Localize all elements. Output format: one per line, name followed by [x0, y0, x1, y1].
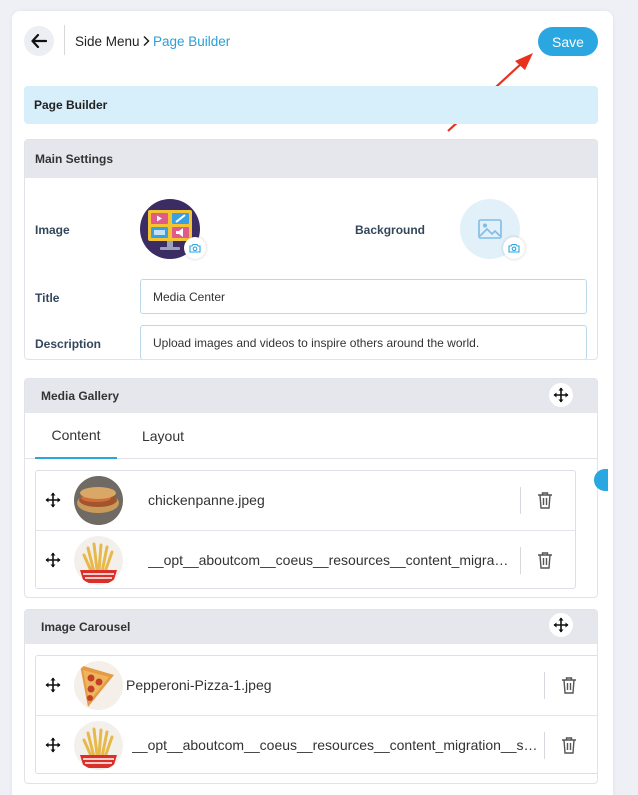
- description-label: Description: [35, 337, 102, 351]
- move-arrows-icon: [553, 387, 569, 403]
- title-input[interactable]: [140, 279, 587, 314]
- tab-content[interactable]: Content: [35, 413, 117, 459]
- pizza-photo-icon: [74, 661, 123, 710]
- image-carousel-list: Pepperoni-Pizza-1.jpeg __opt__aboutcom__…: [35, 655, 597, 774]
- header-divider: [64, 25, 65, 55]
- fries-photo-icon: [74, 536, 123, 585]
- pizza-thumbnail: [74, 661, 123, 710]
- carousel-filename: __opt__aboutcom__coeus__resources__conte…: [132, 737, 545, 753]
- media-gallery-section: Media Gallery Content Layout chickenpann…: [24, 378, 598, 598]
- background-label: Background: [355, 223, 426, 237]
- image-carousel-section: Image Carousel Pepperoni-Pizza-1.jpeg __…: [24, 609, 598, 784]
- description-input[interactable]: [140, 325, 587, 359]
- row-divider: [520, 547, 521, 574]
- delete-button[interactable]: [560, 675, 578, 695]
- main-settings-section: Main Settings Image Background Title Med…: [24, 139, 598, 360]
- delete-button[interactable]: [536, 550, 554, 570]
- media-filename: __opt__aboutcom__coeus__resources__conte…: [148, 552, 510, 568]
- move-arrows-icon: [553, 617, 569, 633]
- media-filename: chickenpanne.jpeg: [148, 492, 265, 508]
- page-builder-banner: Page Builder: [24, 86, 598, 124]
- fries-thumbnail: [74, 721, 123, 770]
- move-arrows-icon: [45, 552, 61, 568]
- list-item: Pepperoni-Pizza-1.jpeg: [36, 656, 597, 715]
- move-arrows-icon: [45, 737, 61, 753]
- trash-icon: [538, 492, 552, 509]
- list-item: __opt__aboutcom__coeus__resources__conte…: [36, 715, 597, 774]
- carousel-filename: Pepperoni-Pizza-1.jpeg: [126, 677, 272, 693]
- sandwich-photo-icon: [74, 476, 123, 525]
- tab-layout[interactable]: Layout: [129, 413, 197, 459]
- row-divider: [544, 672, 545, 699]
- fries-thumbnail: [74, 536, 123, 585]
- image-camera-button[interactable]: [184, 237, 206, 259]
- row-divider: [544, 732, 545, 759]
- list-item: __opt__aboutcom__coeus__resources__conte…: [36, 530, 575, 589]
- trash-icon: [562, 737, 576, 754]
- save-button[interactable]: Save: [538, 27, 598, 56]
- image-carousel-header: Image Carousel: [25, 610, 597, 644]
- row-move-handle[interactable]: [44, 491, 62, 509]
- back-button[interactable]: [24, 26, 54, 56]
- trash-icon: [538, 552, 552, 569]
- sandwich-thumbnail: [74, 476, 123, 525]
- delete-button[interactable]: [536, 490, 554, 510]
- breadcrumb-side-menu[interactable]: Side Menu: [75, 34, 140, 49]
- media-gallery-tabs: Content Layout: [25, 413, 597, 459]
- chevron-right-icon: [143, 35, 150, 47]
- main-settings-header: Main Settings: [25, 140, 597, 178]
- arrow-left-icon: [31, 34, 47, 48]
- trash-icon: [562, 677, 576, 694]
- breadcrumb-page-builder[interactable]: Page Builder: [153, 34, 230, 49]
- media-gallery-list: chickenpanne.jpeg __opt__aboutcom__coeus…: [35, 470, 576, 589]
- camera-icon: [189, 243, 201, 253]
- media-gallery-header: Media Gallery: [25, 379, 597, 413]
- row-divider: [520, 487, 521, 514]
- page-builder-card: Side Menu Page Builder Save Page Builder…: [12, 11, 613, 795]
- row-move-handle[interactable]: [44, 736, 62, 754]
- image-placeholder-icon: [478, 219, 502, 239]
- delete-button[interactable]: [560, 735, 578, 755]
- background-camera-button[interactable]: [503, 237, 525, 259]
- row-move-handle[interactable]: [44, 676, 62, 694]
- list-item: chickenpanne.jpeg: [36, 471, 575, 530]
- fries-photo-icon: [74, 721, 123, 770]
- title-label: Title: [35, 291, 60, 305]
- section-move-handle[interactable]: [549, 383, 573, 407]
- camera-icon: [508, 243, 520, 253]
- header: Side Menu Page Builder Save: [12, 11, 613, 73]
- section-move-handle[interactable]: [549, 613, 573, 637]
- move-arrows-icon: [45, 492, 61, 508]
- move-arrows-icon: [45, 677, 61, 693]
- row-move-handle[interactable]: [44, 551, 62, 569]
- image-label: Image: [35, 223, 70, 237]
